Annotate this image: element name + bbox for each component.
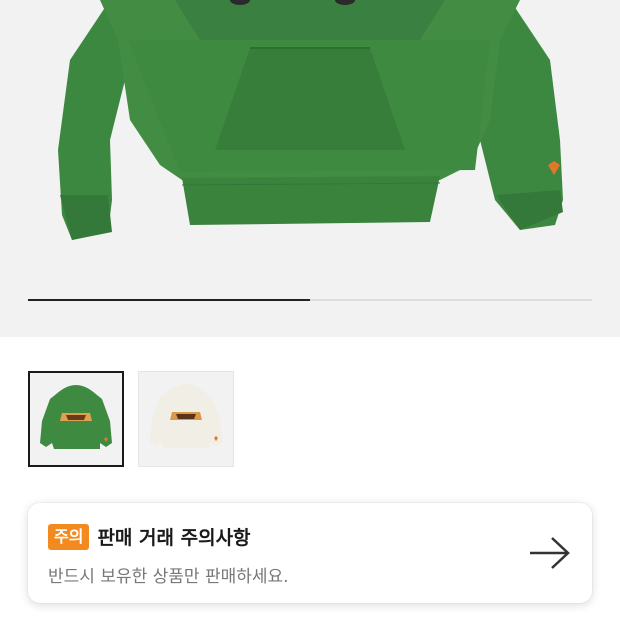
notice-title-row: 주의 판매 거래 주의사항 bbox=[48, 523, 251, 550]
cream-hoodie-thumbnail-image bbox=[150, 384, 222, 448]
notice-title: 판매 거래 주의사항 bbox=[97, 527, 251, 549]
gallery-progress-track bbox=[28, 299, 592, 301]
green-hoodie-thumbnail-image bbox=[40, 385, 112, 449]
sales-notice-card[interactable]: 주의 판매 거래 주의사항 반드시 보유한 상품만 판매하세요. bbox=[28, 503, 592, 603]
caution-badge: 주의 bbox=[48, 523, 90, 550]
thumbnail-cream-hoodie[interactable] bbox=[138, 371, 234, 467]
green-hoodie-image bbox=[58, 0, 563, 240]
product-image-gallery[interactable] bbox=[0, 0, 620, 337]
notice-subtitle: 반드시 보유한 상품만 판매하세요. bbox=[48, 567, 289, 587]
arrow-right-icon[interactable] bbox=[528, 535, 572, 571]
thumbnail-list bbox=[28, 371, 234, 467]
gallery-progress-fill bbox=[28, 299, 310, 301]
thumbnail-green-hoodie[interactable] bbox=[28, 371, 124, 467]
